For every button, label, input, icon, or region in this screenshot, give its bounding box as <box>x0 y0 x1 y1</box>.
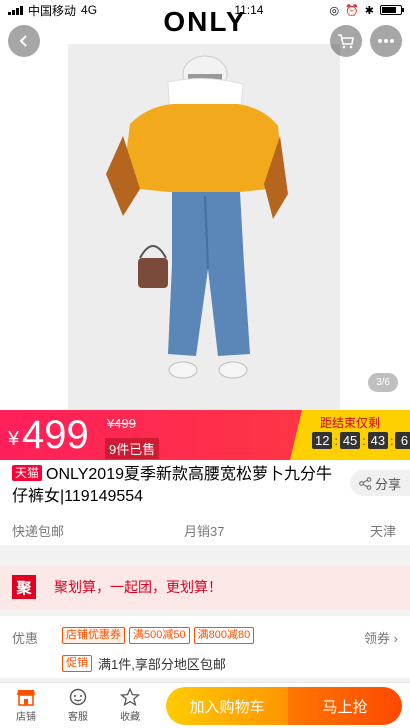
product-title-text: ONLY2019夏季新款高腰宽松萝卜九分牛仔裤女|119149554 <box>12 466 332 505</box>
store-label: 店铺 <box>16 711 36 723</box>
get-coupon-link[interactable]: 领券 › <box>364 628 398 647</box>
product-photo-illustration <box>68 44 340 410</box>
service-button[interactable]: 客服 <box>56 685 100 725</box>
product-photo[interactable] <box>68 44 340 410</box>
status-time: 11:14 <box>234 3 264 17</box>
promo-description: 满1件,享部分地区包邮 <box>98 657 226 672</box>
customer-service-icon <box>69 688 87 705</box>
countdown-title: 距结束仅剩 <box>320 416 381 430</box>
current-price: 499 <box>22 413 89 457</box>
back-button[interactable] <box>8 25 40 57</box>
carrier-name: 中国移动 <box>28 3 77 18</box>
original-price: ¥499 <box>107 416 136 431</box>
network-type: 4G <box>81 3 98 17</box>
favorite-label: 收藏 <box>120 711 140 723</box>
cart-button[interactable] <box>330 25 362 57</box>
juhuasuan-icon: 聚 <box>12 575 36 599</box>
add-to-cart-button[interactable]: 加入购物车 <box>166 687 288 725</box>
bluetooth-icon: ✱ <box>364 4 374 17</box>
monthly-sales: 月销37 <box>184 524 225 539</box>
sold-count: 9件已售 <box>105 438 160 459</box>
countdown-minutes: 45 <box>339 432 361 449</box>
countdown-seconds: 43 <box>367 432 389 449</box>
promo-label: 优惠 <box>12 631 39 646</box>
battery-icon <box>380 5 404 15</box>
juhuasuan-banner[interactable]: 聚 聚划算，一起团，更划算！ <box>0 565 410 609</box>
shipping-text: 快递包邮 <box>12 524 65 539</box>
cart-icon <box>338 34 354 49</box>
coupon-500-50: 满500减50 <box>129 627 190 644</box>
product-title: 天猫 ONLY2019夏季新款高腰宽松萝卜九分牛仔裤女|119149554 <box>12 464 347 508</box>
ship-from-location: 天津 <box>369 524 396 539</box>
share-button[interactable]: 分享 <box>350 470 410 496</box>
alarm-icon: ⏰ <box>345 4 359 17</box>
favorite-button[interactable]: 收藏 <box>108 685 152 725</box>
status-bar: 中国移动 4G 11:14 ◎ ⏰ ✱ <box>0 0 410 20</box>
currency-symbol: ¥ <box>8 428 20 450</box>
bottom-action-bar: 店铺 客服 收藏 加入购物车 马上抢 <box>0 682 410 728</box>
coupon-row: 店铺优惠券 满500减50 满800减80 <box>62 627 255 644</box>
tmall-tag: 天猫 <box>12 465 43 481</box>
shipping-info-row: 快递包邮 月销37 天津 <box>0 515 410 545</box>
service-label: 客服 <box>68 711 88 723</box>
product-title-section: 天猫 ONLY2019夏季新款高腰宽松萝卜九分牛仔裤女|119149554 分享 <box>0 460 410 515</box>
product-image-gallery[interactable]: 3/6 <box>0 0 410 410</box>
countdown-panel: 距结束仅剩 12 : 45 : 43 : 6 <box>290 410 410 460</box>
more-dots-icon <box>378 39 394 43</box>
juhuasuan-text: 聚划算，一起团，更划算！ <box>54 579 222 595</box>
price-bar: ¥ 499 ¥499 9件已售 距结束仅剩 12 : 45 : 43 : 6 <box>0 410 410 460</box>
promo-row: 促销 满1件,享部分地区包邮 <box>62 654 226 673</box>
back-arrow-icon <box>19 35 27 47</box>
promotion-section[interactable]: 优惠 店铺优惠券 满500减50 满800减80 领券 › 促销 满1件,享部分… <box>0 616 410 678</box>
location-icon: ◎ <box>329 4 340 17</box>
coupon-800-80: 满800减80 <box>193 627 255 644</box>
store-icon <box>17 689 35 706</box>
chevron-right-icon: › <box>393 631 398 646</box>
countdown-timer: 12 : 45 : 43 : 6 <box>312 432 410 449</box>
share-icon <box>359 476 372 490</box>
countdown-tenths: 6 <box>395 432 410 449</box>
more-button[interactable] <box>370 25 402 57</box>
store-button[interactable]: 店铺 <box>4 685 48 725</box>
signal-icon <box>8 5 23 15</box>
store-coupon-tag: 店铺优惠券 <box>62 627 125 644</box>
countdown-hours: 12 <box>312 432 333 449</box>
star-icon <box>120 687 140 706</box>
promo-tag: 促销 <box>62 655 92 672</box>
get-coupon-label: 领券 <box>364 631 391 646</box>
buy-now-button[interactable]: 马上抢 <box>288 687 402 725</box>
gallery-page-indicator: 3/6 <box>368 373 398 392</box>
share-label: 分享 <box>374 476 401 492</box>
